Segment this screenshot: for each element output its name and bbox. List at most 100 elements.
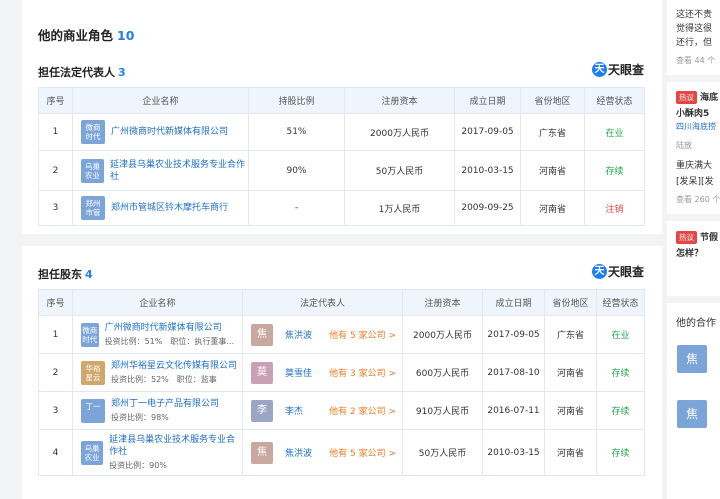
table-row: 2 乌巢 农业 延津县乌巢农业技术服务专业合作社 90% 50万人民币 2010-03-15… <box>38 150 645 191</box>
region: 河南省 <box>544 429 597 476</box>
company-name-link[interactable]: 延津县乌巢农业技术服务专业合作社 <box>110 159 248 183</box>
status-badge: 存续 <box>596 353 645 392</box>
share-ratio: 90% <box>248 150 345 191</box>
column-header: 经营状态 <box>596 289 645 316</box>
status-badge: 存续 <box>596 391 645 430</box>
company-cell: 乌巢 农业 延津县乌巢农业技术服务专业合作社 <box>72 150 249 191</box>
sidebar-topic[interactable]: 热议 节假 <box>676 230 718 244</box>
shareholder-table: 序号 企业名称 法定代表人 注册资本 成立日期 省份地区 经营状态 1 微商 时代 广州微商时代新… <box>38 289 645 476</box>
person-avatar[interactable]: 莫 <box>251 361 273 384</box>
row-number: 1 <box>38 315 73 354</box>
sidebar-partner-title: 他的合作 <box>676 318 716 329</box>
person-name-link[interactable]: 李杰 <box>285 404 303 417</box>
company-logo: 郑州 市管 <box>81 196 105 220</box>
sidebar-topic[interactable]: 热议 海底 <box>676 90 718 104</box>
sidebar-snippet: 这还不贵 <box>676 10 713 20</box>
sidebar-snippet: 觉得这很 <box>676 24 713 34</box>
person-name-link[interactable]: 焦洪波 <box>285 446 312 459</box>
company-cell: 丁一 郑州丁一电子产品有限公司 投资比例：98% <box>72 391 243 430</box>
status-badge: 存续 <box>596 429 645 476</box>
company-logo: 微商 时代 <box>81 322 99 347</box>
sidebar-topic-source[interactable]: 四川海底捞 <box>676 121 716 132</box>
more-companies-link[interactable]: 他有 3 家公司 > <box>329 366 396 379</box>
more-companies-link[interactable]: 他有 5 家公司 > <box>329 446 396 459</box>
partner-avatar[interactable]: 焦 <box>677 400 707 428</box>
status-badge: 在业 <box>584 113 645 151</box>
company-cell: 微商 时代 广州微商时代新媒体有限公司 投资比例：51% 职位：执行董事... <box>72 315 243 354</box>
company-logo: 乌巢 农业 <box>81 158 104 183</box>
company-name-link[interactable]: 郑州丁一电子产品有限公司 <box>111 398 219 410</box>
legal-rep-cell: 焦焦洪波 他有 5 家公司 > <box>242 315 403 354</box>
company-name-link[interactable]: 广州微商时代新媒体有限公司 <box>111 126 228 138</box>
region: 河南省 <box>520 150 585 191</box>
sidebar-topic-title[interactable]: 小酥肉5 <box>676 106 709 119</box>
status-badge: 存续 <box>584 150 645 191</box>
investment-ratio: 投资比例：52% <box>111 375 169 384</box>
page-title: 他的商业角色 10 <box>38 28 135 43</box>
sidebar-snippet: 重庆满大 <box>676 161 713 171</box>
tianyancha-logo[interactable]: 天天眼查 <box>591 61 644 78</box>
investment-info: 投资比例：98% <box>111 412 219 423</box>
sidebar-views[interactable]: 查看 44 个 <box>676 55 715 66</box>
registered-capital: 1万人民币 <box>344 190 455 226</box>
company-name-link[interactable]: 郑州市管城区钤木摩托车商行 <box>111 202 228 214</box>
position: 职位：监事 <box>176 375 217 384</box>
column-header: 注册资本 <box>402 289 483 316</box>
column-header: 省份地区 <box>544 289 597 316</box>
tianyancha-logo-2[interactable]: 天天眼查 <box>591 263 644 280</box>
more-companies-link[interactable]: 他有 2 家公司 > <box>329 404 396 417</box>
column-header: 法定代表人 <box>242 289 403 316</box>
legal-rep-table: 序号 企业名称 持股比例 注册资本 成立日期 省份地区 经营状态 1 微商 时代 广州微商时代新媒… <box>38 87 645 226</box>
company-name-link[interactable]: 延津县乌巢农业技术服务专业合作社 <box>109 434 242 458</box>
status-badge: 注销 <box>584 190 645 226</box>
share-ratio: 51% <box>248 113 345 151</box>
investment-ratio: 投资比例：51% <box>104 337 163 346</box>
person-avatar[interactable]: 焦 <box>251 441 273 464</box>
row-number: 2 <box>38 150 73 191</box>
person-name-link[interactable]: 焦洪波 <box>285 328 312 341</box>
status-badge: 在业 <box>596 315 645 354</box>
sidebar-user[interactable]: 陆放 <box>676 140 692 151</box>
sidebar-snippet: [发呆][发 <box>676 177 714 187</box>
company-name-link[interactable]: 广州微商时代新媒体有限公司 <box>105 322 242 334</box>
shareholder-title: 担任股东 4 <box>38 268 93 281</box>
column-header: 注册资本 <box>344 87 455 114</box>
table-row: 1 微商 时代 广州微商时代新媒体有限公司 51% 2000万人民币 2017-09-05 广… <box>38 113 645 151</box>
row-number: 3 <box>38 190 73 226</box>
tianyancha-logo-icon: 天 <box>591 264 607 279</box>
column-header: 企业名称 <box>72 87 249 114</box>
registered-capital: 910万人民币 <box>402 391 483 430</box>
company-logo: 丁一 <box>81 398 105 423</box>
region: 广东省 <box>544 315 597 354</box>
partner-avatar[interactable]: 焦 <box>677 345 707 373</box>
investment-info: 投资比例：51% 职位：执行董事... <box>105 336 242 347</box>
legal-rep-cell: 焦焦洪波 他有 5 家公司 > <box>242 429 403 476</box>
sidebar-snippet: 还行，但 <box>676 38 713 48</box>
column-header: 企业名称 <box>72 289 243 316</box>
company-logo: 乌巢 农业 <box>81 440 104 465</box>
row-number: 1 <box>38 113 73 151</box>
person-name-link[interactable]: 莫雪佳 <box>285 366 312 379</box>
person-avatar[interactable]: 焦 <box>251 323 273 346</box>
share-ratio: - <box>248 190 345 226</box>
column-header: 成立日期 <box>454 87 521 114</box>
company-logo: 微商 时代 <box>81 120 105 144</box>
company-cell: 华裕 星云 郑州华裕星云文化传媒有限公司 投资比例：52% 职位：监事 <box>72 353 243 392</box>
main-panel: 他的商业角色 10 担任法定代表人 3 天天眼查 序号 企业名称 持股比例 注册资本 成立日… <box>22 0 662 499</box>
investment-info: 投资比例：90% <box>109 460 242 471</box>
registered-capital: 2000万人民币 <box>344 113 455 151</box>
table-row: 2 华裕 星云 郑州华裕星云文化传媒有限公司 投资比例：52% 职位：监事 莫莫雪佳 他有 3… <box>38 353 645 392</box>
column-header: 持股比例 <box>248 87 345 114</box>
position: 职位：执行董事... <box>170 337 234 346</box>
row-number: 3 <box>38 391 73 430</box>
registered-capital: 50万人民币 <box>402 429 483 476</box>
row-number: 4 <box>38 429 73 476</box>
sidebar-views[interactable]: 查看 260 个 <box>676 194 720 205</box>
founded-date: 2009-09-25 <box>454 190 521 226</box>
person-avatar[interactable]: 李 <box>251 399 273 422</box>
company-cell: 郑州 市管 郑州市管城区钤木摩托车商行 <box>72 190 249 226</box>
region: 河南省 <box>544 391 597 430</box>
sidebar-topic-title[interactable]: 怎样？ <box>676 246 703 259</box>
company-name-link[interactable]: 郑州华裕星云文化传媒有限公司 <box>111 360 237 372</box>
more-companies-link[interactable]: 他有 5 家公司 > <box>329 328 396 341</box>
